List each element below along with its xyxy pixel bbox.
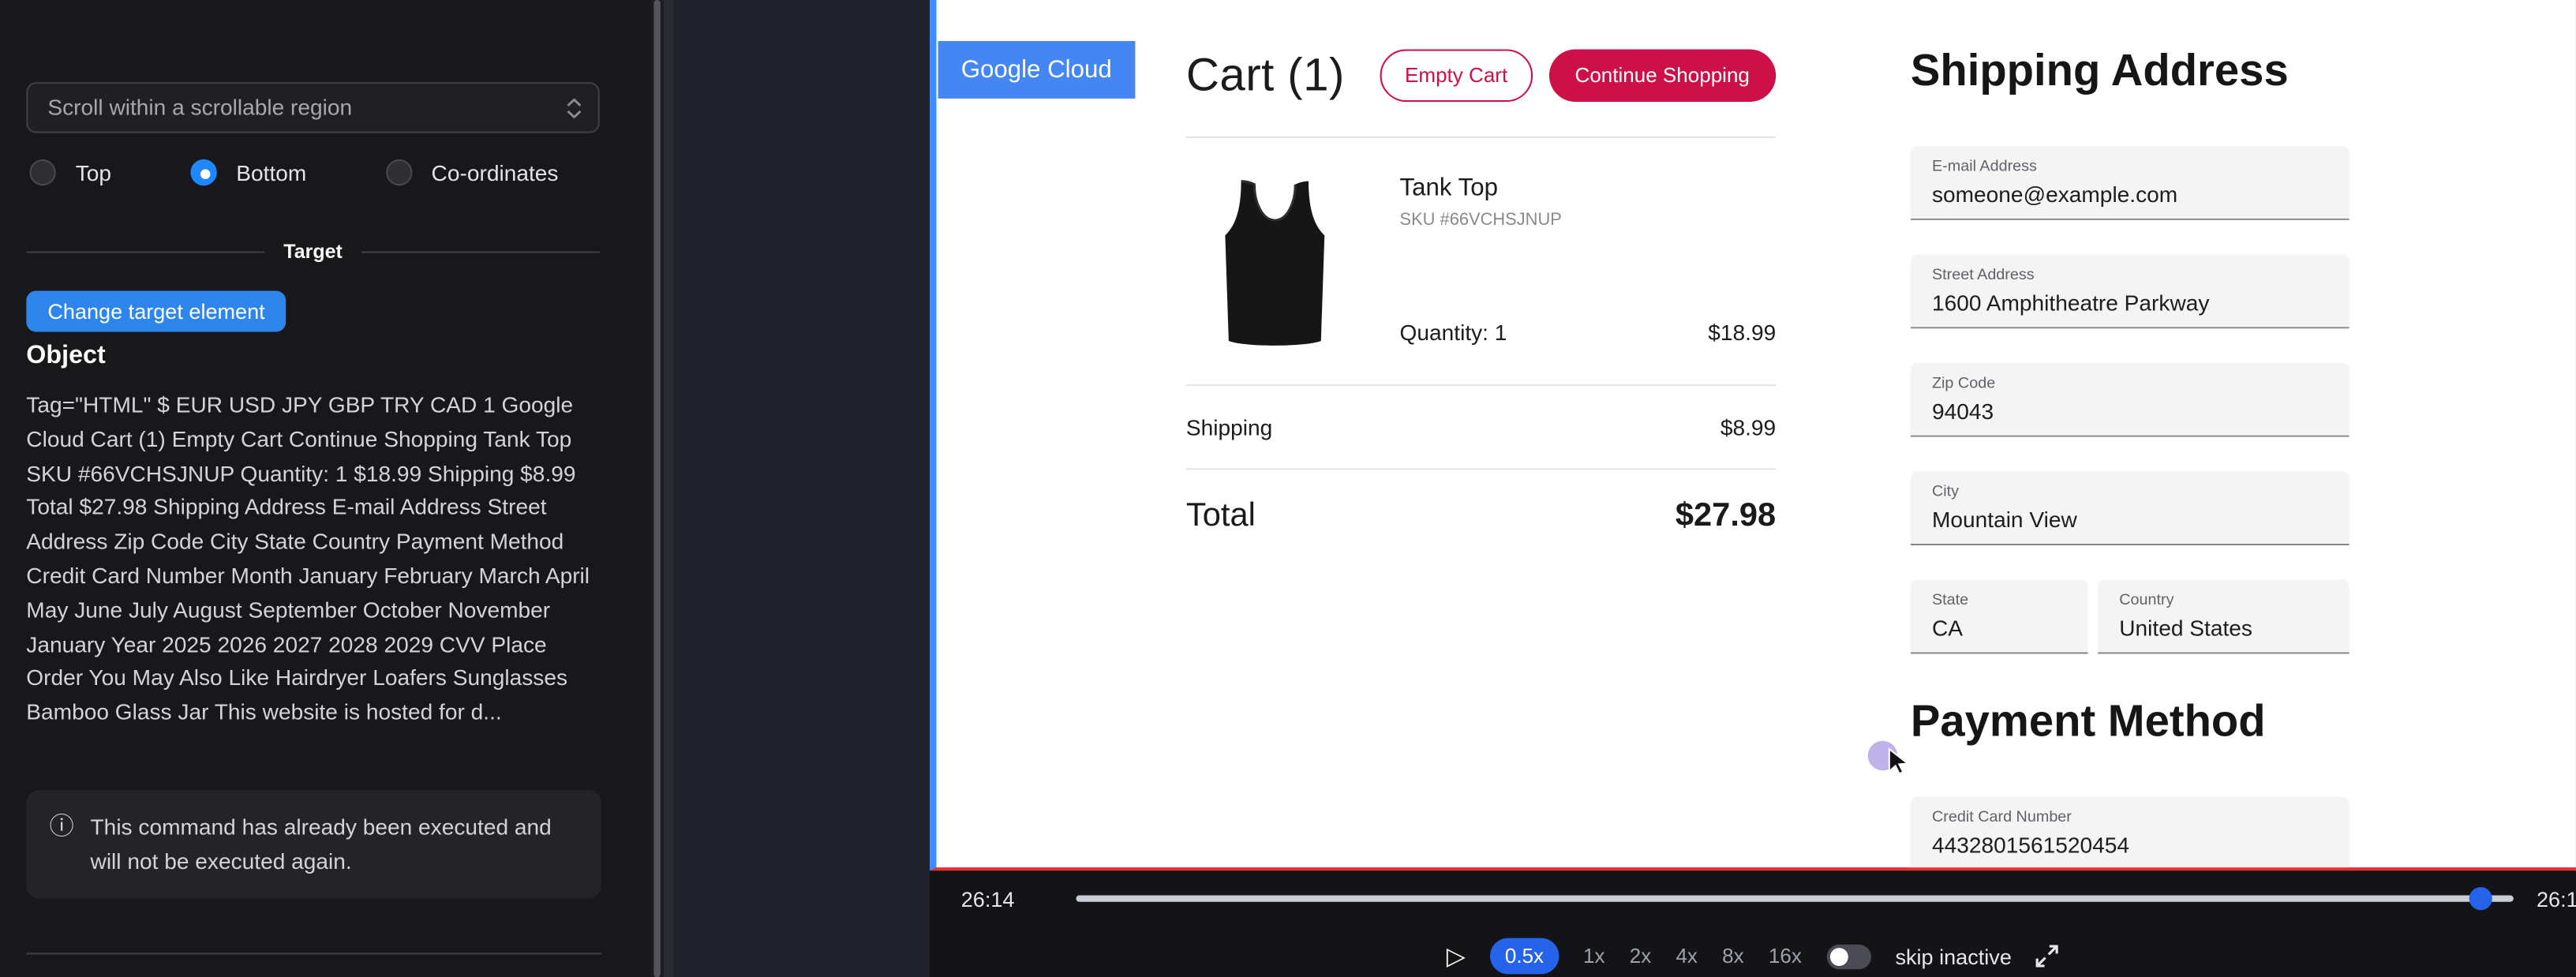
app-root: Scroll within a scrollable region Top Bo… <box>0 0 2576 977</box>
brand-badge[interactable]: Google Cloud <box>938 41 1135 99</box>
field-label: Credit Card Number <box>1932 808 2328 826</box>
info-icon: ⓘ <box>49 810 73 878</box>
target-section-divider: Target <box>26 240 599 263</box>
timeline-thumb[interactable] <box>2469 887 2492 910</box>
field-label: City <box>1932 483 2328 501</box>
payment-method-heading: Payment Method <box>1911 697 2349 748</box>
field-value: someone@example.com <box>1932 182 2328 207</box>
continue-shopping-button[interactable]: Continue Shopping <box>1548 49 1776 102</box>
checkout-form: Shipping Address E-mail Address someone@… <box>1911 46 2349 867</box>
radio-top-dot[interactable] <box>29 159 55 185</box>
object-dump-text: Tag="HTML" $ EUR USD JPY GBP TRY CAD 1 G… <box>26 389 603 731</box>
empty-cart-button[interactable]: Empty Cart <box>1380 49 1533 102</box>
sidebar-scrollbar-track[interactable] <box>650 0 664 977</box>
speed-4x[interactable]: 4x <box>1676 945 1697 968</box>
target-section-label: Target <box>283 240 343 263</box>
fullscreen-icon[interactable] <box>2036 945 2059 968</box>
object-heading: Object <box>26 342 105 371</box>
speed-2x[interactable]: 2x <box>1630 945 1651 968</box>
executed-notice: ⓘ This command has already been executed… <box>26 790 601 898</box>
field-label: E-mail Address <box>1932 158 2328 176</box>
shipping-price: $8.99 <box>1720 416 1776 440</box>
radio-bottom-label: Bottom <box>236 160 306 185</box>
street-address-field[interactable]: Street Address 1600 Amphitheatre Parkway <box>1911 255 2349 329</box>
radio-coordinates-dot[interactable] <box>385 159 411 185</box>
play-button[interactable]: ▷ <box>1447 944 1466 968</box>
field-value: United States <box>2119 616 2327 641</box>
current-time: 26:14 <box>961 887 1015 911</box>
command-sidebar: Scroll within a scrollable region Top Bo… <box>0 0 650 977</box>
cursor-icon <box>1888 747 1912 784</box>
cart-actions: Empty Cart Continue Shopping <box>1380 49 1776 102</box>
shipping-row: Shipping $8.99 <box>1186 416 1776 440</box>
field-label: Country <box>2119 591 2327 609</box>
skip-inactive-toggle[interactable] <box>1826 944 1870 968</box>
field-value: 1600 Amphitheatre Parkway <box>1932 290 2328 315</box>
cart-divider <box>1186 468 1776 470</box>
shipping-address-heading: Shipping Address <box>1911 46 2349 97</box>
speed-1x[interactable]: 1x <box>1583 945 1604 968</box>
city-field[interactable]: City Mountain View <box>1911 471 2349 545</box>
skip-inactive-label: skip inactive <box>1895 944 2011 968</box>
cart-section: Cart (1) Empty Cart Continue Shopping <box>1186 49 1776 535</box>
cart-item-row: Tank Top SKU #66VCHSJNUP Quantity: 1 $18… <box>1186 174 1776 352</box>
field-value: Mountain View <box>1932 507 2328 532</box>
playback-controls: ▷ 0.5x 1x 2x 4x 8x 16x skip inactive <box>930 938 2576 975</box>
speed-16x[interactable]: 16x <box>1769 945 1802 968</box>
credit-card-number-field[interactable]: Credit Card Number 4432801561520454 <box>1911 797 2349 868</box>
command-type-select[interactable]: Scroll within a scrollable region <box>26 82 599 133</box>
scroll-position-radio-group: Top Bottom Co-ordinates <box>29 159 558 185</box>
product-name: Tank Top <box>1400 174 1777 202</box>
replay-viewport: Google Cloud Cart (1) Empty Cart Continu… <box>930 0 2576 870</box>
tank-top-image <box>1186 174 1364 352</box>
cart-item-qty-price: Quantity: 1 $18.99 <box>1400 320 1777 352</box>
shop-page: Google Cloud Cart (1) Empty Cart Continu… <box>937 0 2576 867</box>
command-type-value: Scroll within a scrollable region <box>47 95 352 120</box>
change-target-button[interactable]: Change target element <box>26 290 286 331</box>
product-price: $18.99 <box>1708 320 1776 345</box>
zip-code-field[interactable]: Zip Code 94043 <box>1911 363 2349 437</box>
field-label: Street Address <box>1932 266 2328 284</box>
divider-line <box>26 250 264 252</box>
replay-stage-background <box>673 0 930 977</box>
radio-coordinates-label: Co-ordinates <box>432 160 559 185</box>
field-label: Zip Code <box>1932 375 2328 393</box>
cart-header: Cart (1) Empty Cart Continue Shopping <box>1186 49 1776 102</box>
field-value: CA <box>1932 616 2067 641</box>
total-row: Total $27.98 <box>1186 498 1776 536</box>
sidebar-bottom-divider <box>26 953 601 954</box>
end-time: 26:1 <box>2537 887 2576 911</box>
email-field[interactable]: E-mail Address someone@example.com <box>1911 146 2349 220</box>
shipping-label: Shipping <box>1186 416 1272 440</box>
cart-divider <box>1186 137 1776 138</box>
timeline-slider[interactable] <box>1076 895 2513 901</box>
radio-bottom[interactable]: Bottom <box>190 159 306 185</box>
product-quantity: Quantity: 1 <box>1400 320 1507 345</box>
total-price: $27.98 <box>1676 498 1776 536</box>
sidebar-scrollbar-thumb[interactable] <box>653 0 660 977</box>
panel-resize-handle[interactable] <box>664 0 673 977</box>
radio-bottom-dot[interactable] <box>190 159 216 185</box>
state-country-row: State CA Country United States <box>1911 580 2349 688</box>
speed-0-5x[interactable]: 0.5x <box>1490 938 1559 975</box>
state-field[interactable]: State CA <box>1911 580 2088 654</box>
product-sku: SKU #66VCHSJNUP <box>1400 210 1777 230</box>
player-bar: 26:14 26:1 ▷ 0.5x 1x 2x 4x 8x 16x skip i… <box>930 870 2576 977</box>
cart-title: Cart (1) <box>1186 49 1345 102</box>
radio-coordinates[interactable]: Co-ordinates <box>385 159 558 185</box>
speed-8x[interactable]: 8x <box>1722 945 1743 968</box>
country-field[interactable]: Country United States <box>2098 580 2349 654</box>
divider-line <box>362 250 600 252</box>
field-value: 94043 <box>1932 399 2328 424</box>
total-label: Total <box>1186 498 1256 536</box>
select-chevrons-icon <box>567 98 582 118</box>
cart-item-info: Tank Top SKU #66VCHSJNUP Quantity: 1 $18… <box>1400 174 1777 352</box>
field-label: State <box>1932 591 2067 609</box>
executed-notice-text: This command has already been executed a… <box>91 810 578 878</box>
radio-top[interactable]: Top <box>29 159 111 185</box>
product-image[interactable] <box>1186 174 1364 352</box>
field-value: 4432801561520454 <box>1932 833 2328 857</box>
radio-top-label: Top <box>76 160 111 185</box>
cart-divider <box>1186 384 1776 386</box>
